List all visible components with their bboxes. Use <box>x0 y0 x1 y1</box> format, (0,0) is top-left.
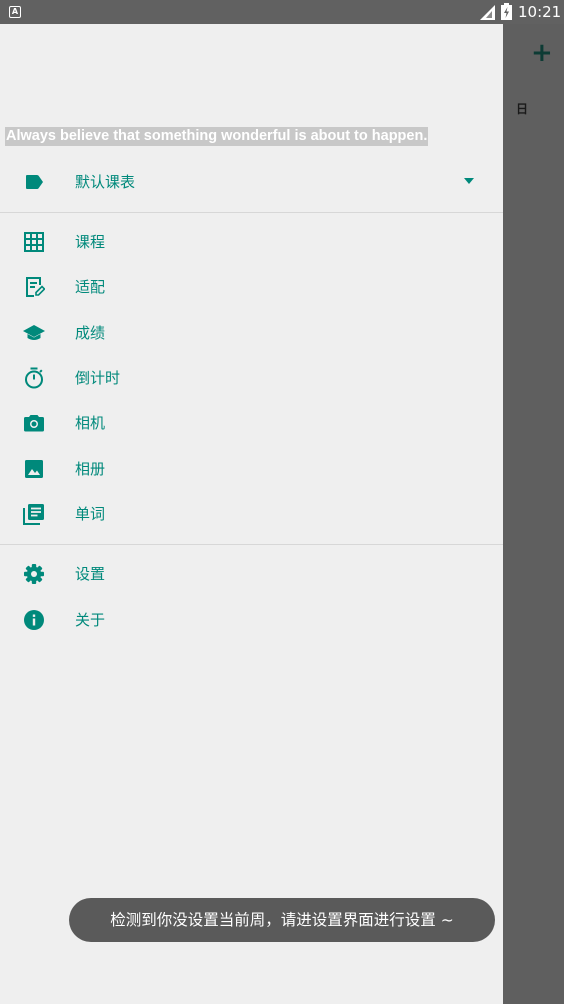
graduation-cap-icon <box>23 325 45 340</box>
app-root: A 10:21 + 日 Always believe that somethin… <box>0 0 564 1004</box>
grid-icon <box>24 232 44 252</box>
menu-item-album[interactable]: 相册 <box>0 449 503 489</box>
menu-label: 倒计时 <box>75 369 121 387</box>
schedule-name: 默认课表 <box>75 173 136 191</box>
camera-icon <box>24 415 44 432</box>
library-books-icon <box>23 504 44 525</box>
menu-item-about[interactable]: 关于 <box>0 600 503 640</box>
menu-item-camera[interactable]: 相机 <box>0 403 503 443</box>
menu-label: 适配 <box>75 278 106 296</box>
navigation-drawer: Always believe that something wonderful … <box>0 24 503 1004</box>
status-bar: A 10:21 <box>0 0 564 24</box>
menu-label: 关于 <box>75 611 106 629</box>
edit-note-icon <box>26 277 45 297</box>
menu-item-words[interactable]: 单词 <box>0 494 503 534</box>
drawer-quote: Always believe that something wonderful … <box>5 127 429 146</box>
toast-message: 检测到你没设置当前周，请进设置界面进行设置 ~ <box>69 898 495 942</box>
weekday-label: 日 <box>516 102 529 116</box>
divider <box>0 544 503 545</box>
clock-time: 10:21 <box>518 3 562 21</box>
menu-item-countdown[interactable]: 倒计时 <box>0 358 503 398</box>
image-icon <box>25 460 43 478</box>
menu-label: 课程 <box>75 233 106 251</box>
cell-signal-icon <box>480 5 495 20</box>
menu-item-adapt[interactable]: 适配 <box>0 267 503 307</box>
menu-item-settings[interactable]: 设置 <box>0 554 503 594</box>
add-icon: + <box>531 38 553 68</box>
label-tag-icon <box>26 175 43 189</box>
menu-item-grades[interactable]: 成绩 <box>0 313 503 353</box>
background-app-scrim[interactable] <box>503 24 564 1004</box>
battery-icon <box>501 3 512 20</box>
info-icon <box>24 610 44 630</box>
menu-label: 相册 <box>75 460 106 478</box>
notification-app-icon: A <box>9 6 21 18</box>
dropdown-arrow-icon[interactable] <box>463 177 475 185</box>
gear-icon <box>24 564 44 584</box>
menu-label: 设置 <box>75 565 106 583</box>
divider <box>0 212 503 213</box>
menu-label: 成绩 <box>75 324 106 342</box>
menu-label: 单词 <box>75 505 106 523</box>
schedule-selector[interactable]: 默认课表 <box>0 164 503 200</box>
menu-item-courses[interactable]: 课程 <box>0 222 503 262</box>
menu-label: 相机 <box>75 414 106 432</box>
timer-icon <box>25 367 43 389</box>
